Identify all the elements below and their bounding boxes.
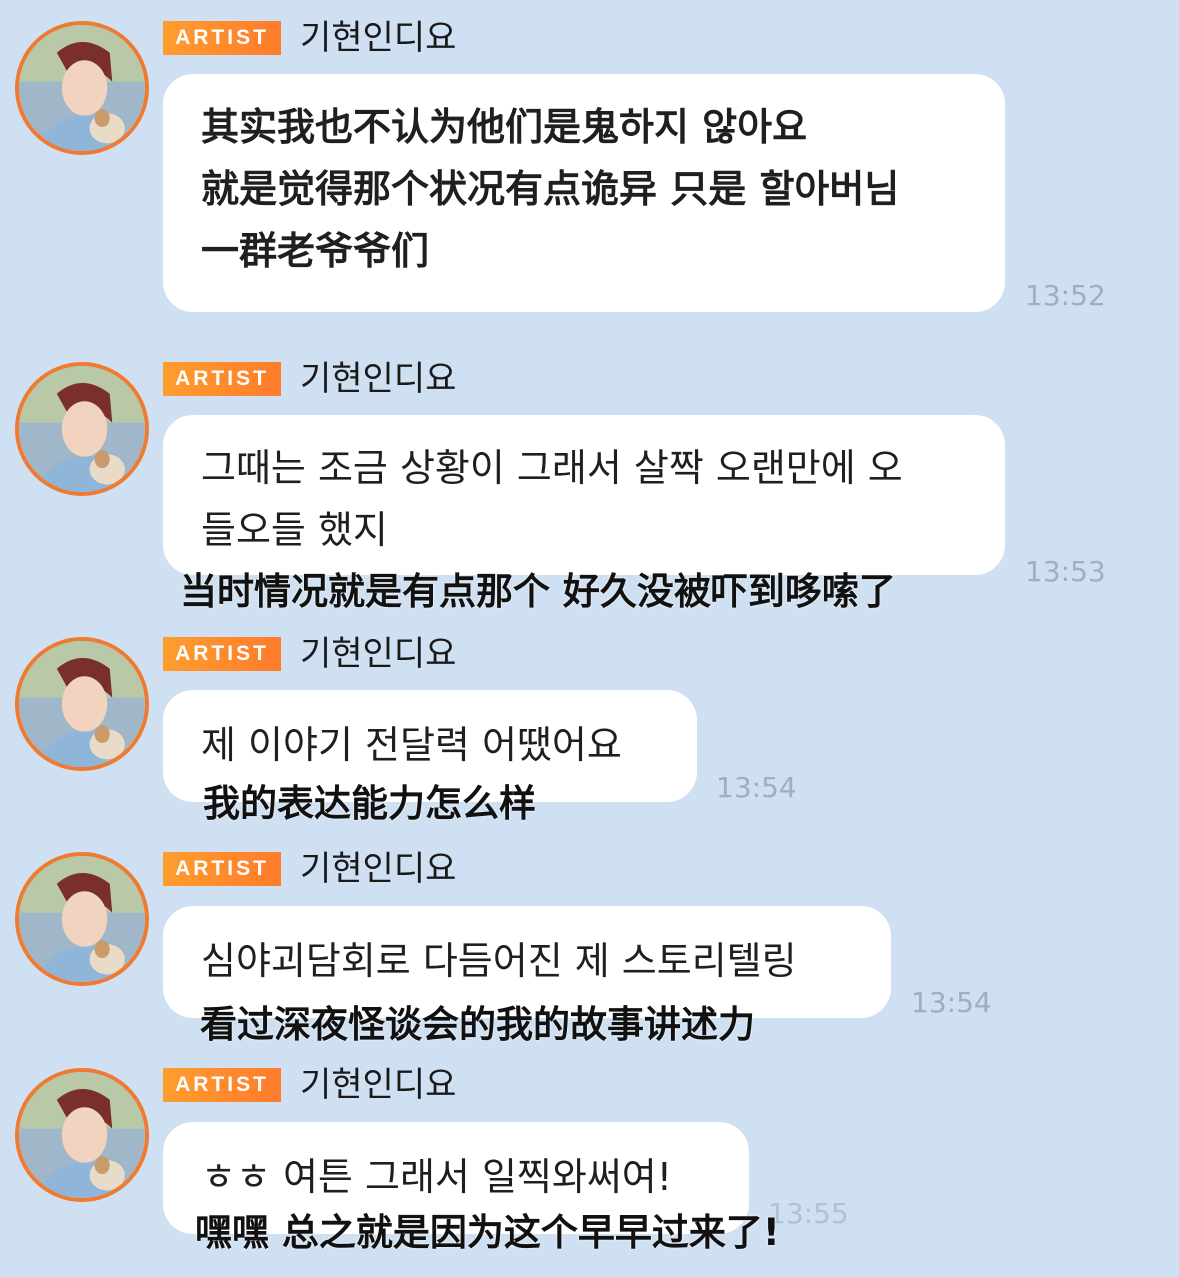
artist-badge: ARTIST: [163, 637, 281, 671]
message-bubble[interactable]: 그때는 조금 상황이 그래서 살짝 오랜만에 오 들오들 했지: [163, 415, 1005, 575]
message-time: 13:55: [768, 1197, 849, 1230]
avatar[interactable]: [15, 21, 149, 155]
message-line: 심야괴담회로 다듬어진 제 스토리텔링: [201, 939, 797, 983]
avatar[interactable]: [15, 637, 149, 771]
message-time: 13:54: [716, 771, 797, 804]
sender-name: 기현인디요: [300, 1065, 457, 1105]
sender-name: 기현인디요: [300, 359, 457, 399]
sender-name: 기현인디요: [300, 634, 457, 674]
avatar[interactable]: [15, 362, 149, 496]
translation-subtitle: 我的表达能力怎么样: [203, 782, 536, 825]
sender-name: 기현인디요: [300, 849, 457, 889]
artist-badge: ARTIST: [163, 852, 281, 886]
artist-badge: ARTIST: [163, 362, 281, 396]
translation-subtitle: 看过深夜怪谈会的我的故事讲述力: [200, 1003, 755, 1046]
avatar-photo-icon: [19, 856, 145, 982]
avatar-photo-icon: [19, 25, 145, 151]
artist-badge: ARTIST: [163, 1068, 281, 1102]
message-line: 一群老爷爷们: [201, 229, 430, 273]
message-line: 그때는 조금 상황이 그래서 살짝 오랜만에 오: [201, 446, 903, 490]
message-line: 就是觉得那个状况有点诡异 只是 할아버님: [201, 167, 900, 211]
artist-badge: ARTIST: [163, 21, 281, 55]
sender-name: 기현인디요: [300, 18, 457, 58]
avatar-photo-icon: [19, 641, 145, 767]
avatar-photo-icon: [19, 366, 145, 492]
message-time: 13:52: [1025, 279, 1106, 312]
translation-subtitle: 当时情况就是有点那个 好久没被吓到哆嗦了: [180, 570, 896, 613]
message-line: 제 이야기 전달력 어땠어요: [201, 723, 622, 767]
message-line: 其实我也不认为他们是鬼하지 않아요: [201, 105, 808, 149]
message-bubble[interactable]: 其实我也不认为他们是鬼하지 않아요 就是觉得那个状况有点诡异 只是 할아버님 一…: [163, 74, 1005, 312]
avatar[interactable]: [15, 1068, 149, 1202]
message-line: ㅎㅎ 여튼 그래서 일찍와써여!: [201, 1155, 672, 1199]
translation-subtitle: 嘿嘿 总之就是因为这个早早过来了!: [195, 1211, 780, 1254]
message-time: 13:53: [1025, 555, 1106, 588]
avatar-photo-icon: [19, 1072, 145, 1198]
message-bubble[interactable]: 심야괴담회로 다듬어진 제 스토리텔링: [163, 906, 891, 1018]
message-line: 들오들 했지: [201, 508, 388, 552]
avatar[interactable]: [15, 852, 149, 986]
message-time: 13:54: [911, 986, 992, 1019]
